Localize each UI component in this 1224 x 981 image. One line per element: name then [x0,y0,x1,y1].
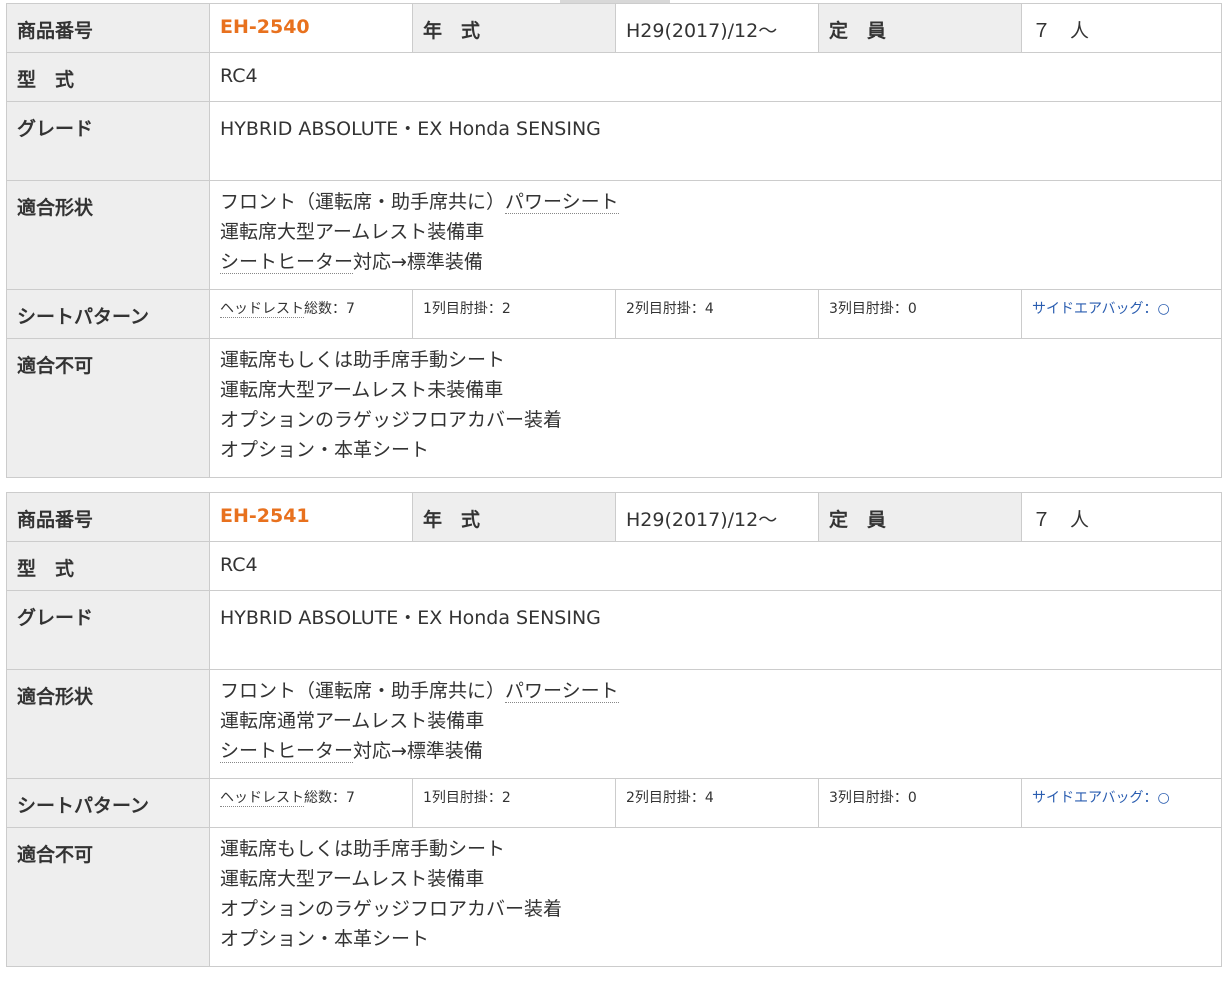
grade-value: HYBRID ABSOLUTE・EX Honda SENSING [209,590,1222,670]
side-airbag-link[interactable]: サイドエアバッグ：○ [1021,289,1222,339]
row-model: 型 式 RC4 [6,52,1222,102]
not-fit-line: オプションのラゲッジフロアカバー装着 [220,898,563,920]
row-seat-pattern: シートパターン ヘッドレスト総数：7 1列目肘掛：2 2列目肘掛：4 3列目肘掛… [6,778,1222,828]
fit-shape-text: 対応→標準装備 [353,251,483,273]
label-capacity: 定 員 [818,492,1022,542]
label-seat-pattern: シートパターン [6,778,210,828]
row-fit-shape: 適合形状 フロント（運転席・助手席共に）パワーシート 運転席通常アームレスト装備… [6,669,1222,779]
row-not-fit: 適合不可 運転席もしくは助手席手動シート 運転席大型アームレスト未装備車 オプシ… [6,338,1222,478]
row-product-info: 商品番号 EH-2540 年 式 H29(2017)/12～ 定 員 ７ 人 [6,3,1222,53]
fit-shape-text: フロント（運転席・助手席共に） [220,191,506,213]
not-fit-line: 運転席大型アームレスト装備車 [220,868,485,890]
row2-armrest: 2列目肘掛：4 [615,289,819,339]
label-model: 型 式 [6,541,210,591]
headrest-value: 総数：7 [304,790,355,806]
row-not-fit: 適合不可 運転席もしくは助手席手動シート 運転席大型アームレスト装備車 オプショ… [6,827,1222,967]
row-seat-pattern: シートパターン ヘッドレスト総数：7 1列目肘掛：2 2列目肘掛：4 3列目肘掛… [6,289,1222,339]
row1-armrest: 1列目肘掛：2 [412,289,616,339]
not-fit-line: 運転席大型アームレスト未装備車 [220,379,504,401]
fit-shape-value: フロント（運転席・助手席共に）パワーシート 運転席通常アームレスト装備車 シート… [209,669,1222,779]
not-fit-line: 運転席もしくは助手席手動シート [220,838,506,860]
product-code[interactable]: EH-2541 [220,505,310,527]
year-value: H29(2017)/12～ [615,492,819,542]
row2-armrest: 2列目肘掛：4 [615,778,819,828]
fit-shape-line-1: フロント（運転席・助手席共に）パワーシート [220,187,1221,217]
row1-armrest: 1列目肘掛：2 [412,778,616,828]
label-fit-shape: 適合形状 [6,180,210,290]
model-value: RC4 [209,52,1222,102]
power-seat-link[interactable]: パワーシート [505,191,619,214]
fit-shape-text: フロント（運転席・助手席共に） [220,680,506,702]
label-model: 型 式 [6,52,210,102]
seat-heater-link[interactable]: シートヒーター [220,740,354,763]
label-capacity: 定 員 [818,3,1022,53]
fit-shape-line-3: シートヒーター対応→標準装備 [220,247,1221,277]
headrest-value: 総数：7 [304,301,355,317]
product-spec-table-2: 商品番号 EH-2541 年 式 H29(2017)/12～ 定 員 ７ 人 型… [6,492,1222,967]
not-fit-line: オプション・本革シート [220,439,430,461]
label-grade: グレード [6,101,210,181]
label-product-no: 商品番号 [6,3,210,53]
seat-heater-link[interactable]: シートヒーター [220,251,354,274]
power-seat-link[interactable]: パワーシート [505,680,619,703]
row-product-info: 商品番号 EH-2541 年 式 H29(2017)/12～ 定 員 ７ 人 [6,492,1222,542]
label-seat-pattern: シートパターン [6,289,210,339]
label-grade: グレード [6,590,210,670]
grade-value: HYBRID ABSOLUTE・EX Honda SENSING [209,101,1222,181]
not-fit-line: 運転席もしくは助手席手動シート [220,349,506,371]
row-grade: グレード HYBRID ABSOLUTE・EX Honda SENSING [6,590,1222,670]
fit-shape-value: フロント（運転席・助手席共に）パワーシート 運転席大型アームレスト装備車 シート… [209,180,1222,290]
year-value: H29(2017)/12～ [615,3,819,53]
row-fit-shape: 適合形状 フロント（運転席・助手席共に）パワーシート 運転席大型アームレスト装備… [6,180,1222,290]
not-fit-line: オプション・本革シート [220,928,430,950]
product-spec-table-1: 商品番号 EH-2540 年 式 H29(2017)/12～ 定 員 ７ 人 型… [6,3,1222,478]
label-not-fit: 適合不可 [6,338,210,478]
label-fit-shape: 適合形状 [6,669,210,779]
row3-armrest: 3列目肘掛：0 [818,778,1022,828]
fit-shape-line-2: 運転席大型アームレスト装備車 [220,221,485,243]
headrest-count: ヘッドレスト総数：7 [209,289,413,339]
not-fit-value: 運転席もしくは助手席手動シート 運転席大型アームレスト未装備車 オプションのラゲ… [209,338,1222,478]
capacity-value: ７ 人 [1021,3,1222,53]
model-value: RC4 [209,541,1222,591]
side-airbag-link[interactable]: サイドエアバッグ：○ [1021,778,1222,828]
fit-shape-line-2: 運転席通常アームレスト装備車 [220,710,485,732]
label-year: 年 式 [412,3,616,53]
fit-shape-line-1: フロント（運転席・助手席共に）パワーシート [220,676,1221,706]
product-code[interactable]: EH-2540 [220,16,310,38]
label-year: 年 式 [412,492,616,542]
fit-shape-line-3: シートヒーター対応→標準装備 [220,736,1221,766]
fit-shape-text: 対応→標準装備 [353,740,483,762]
label-not-fit: 適合不可 [6,827,210,967]
row-grade: グレード HYBRID ABSOLUTE・EX Honda SENSING [6,101,1222,181]
not-fit-line: オプションのラゲッジフロアカバー装着 [220,409,563,431]
headrest-count: ヘッドレスト総数：7 [209,778,413,828]
row-model: 型 式 RC4 [6,541,1222,591]
label-product-no: 商品番号 [6,492,210,542]
capacity-value: ７ 人 [1021,492,1222,542]
headrest-link[interactable]: ヘッドレスト [220,301,304,318]
row3-armrest: 3列目肘掛：0 [818,289,1022,339]
headrest-link[interactable]: ヘッドレスト [220,790,304,807]
not-fit-value: 運転席もしくは助手席手動シート 運転席大型アームレスト装備車 オプションのラゲッ… [209,827,1222,967]
